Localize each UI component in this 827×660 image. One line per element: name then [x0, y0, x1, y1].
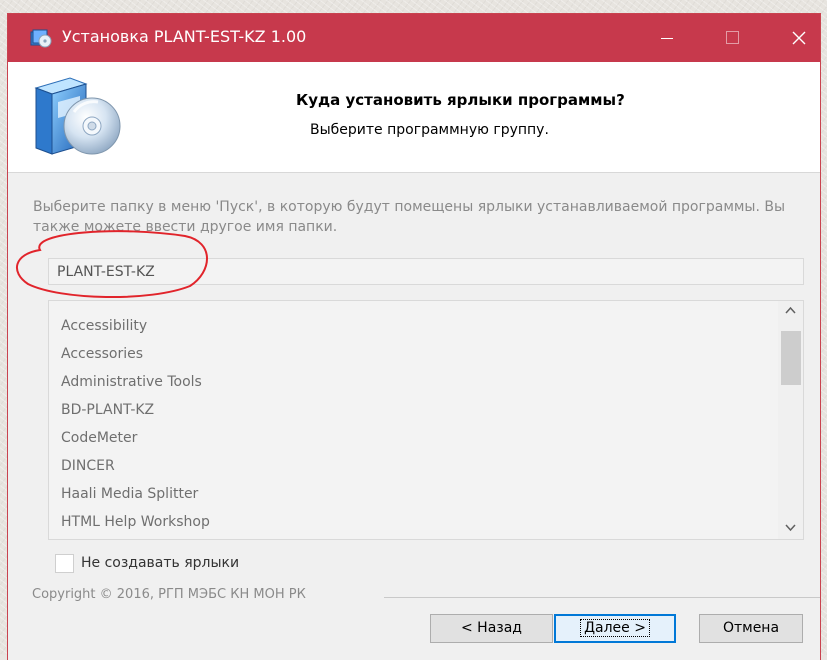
wizard-header: Куда установить ярлыки программы? Выбери… [8, 62, 820, 173]
close-button[interactable] [772, 14, 826, 62]
back-button[interactable]: < Назад [430, 614, 553, 643]
list-item[interactable]: Haali Media Splitter [61, 486, 198, 502]
folder-list-scrollbar[interactable] [778, 301, 803, 539]
scroll-up-button[interactable] [778, 301, 803, 321]
no-shortcuts-label[interactable]: Не создавать ярлыки [81, 555, 239, 571]
minimize-button[interactable] [640, 14, 694, 62]
list-item[interactable]: Accessibility [61, 318, 147, 334]
scroll-down-button[interactable] [778, 519, 803, 539]
no-shortcuts-checkbox[interactable] [55, 554, 74, 573]
installer-window: Установка PLANT-EST-KZ 1.00 Куда установ… [8, 14, 820, 660]
maximize-button[interactable] [706, 14, 760, 62]
instruction-text: Выберите папку в меню 'Пуск', в которую … [33, 199, 786, 235]
next-button-label: Далее > [580, 619, 650, 637]
page-subtitle: Выберите программную группу. [310, 122, 549, 138]
list-item[interactable]: HTML Help Workshop [61, 514, 210, 530]
list-item[interactable]: Administrative Tools [61, 374, 202, 390]
scroll-thumb[interactable] [781, 331, 801, 385]
cancel-button[interactable]: Отмена [699, 614, 803, 643]
list-item[interactable]: CodeMeter [61, 430, 137, 446]
chevron-up-icon [785, 306, 796, 314]
footer-divider [384, 597, 820, 598]
window-title: Установка PLANT-EST-KZ 1.00 [62, 27, 307, 46]
installer-box-cd-icon [34, 77, 121, 155]
folder-list[interactable]: Accessibility Accessories Administrative… [48, 300, 804, 540]
close-icon [792, 31, 806, 45]
list-item[interactable]: DINCER [61, 458, 115, 474]
folder-name-input[interactable] [48, 258, 804, 285]
copyright-text: Copyright © 2016, РГП МЭБС КН МОН РК [32, 587, 306, 602]
list-item[interactable]: Accessories [61, 346, 143, 362]
page-title: Куда установить ярлыки программы? [296, 91, 625, 109]
installer-app-icon [30, 29, 52, 48]
next-button[interactable]: Далее > [554, 614, 676, 643]
list-item[interactable]: BD-PLANT-KZ [61, 402, 154, 418]
chevron-down-icon [785, 524, 796, 532]
title-bar[interactable]: Установка PLANT-EST-KZ 1.00 [8, 14, 820, 62]
